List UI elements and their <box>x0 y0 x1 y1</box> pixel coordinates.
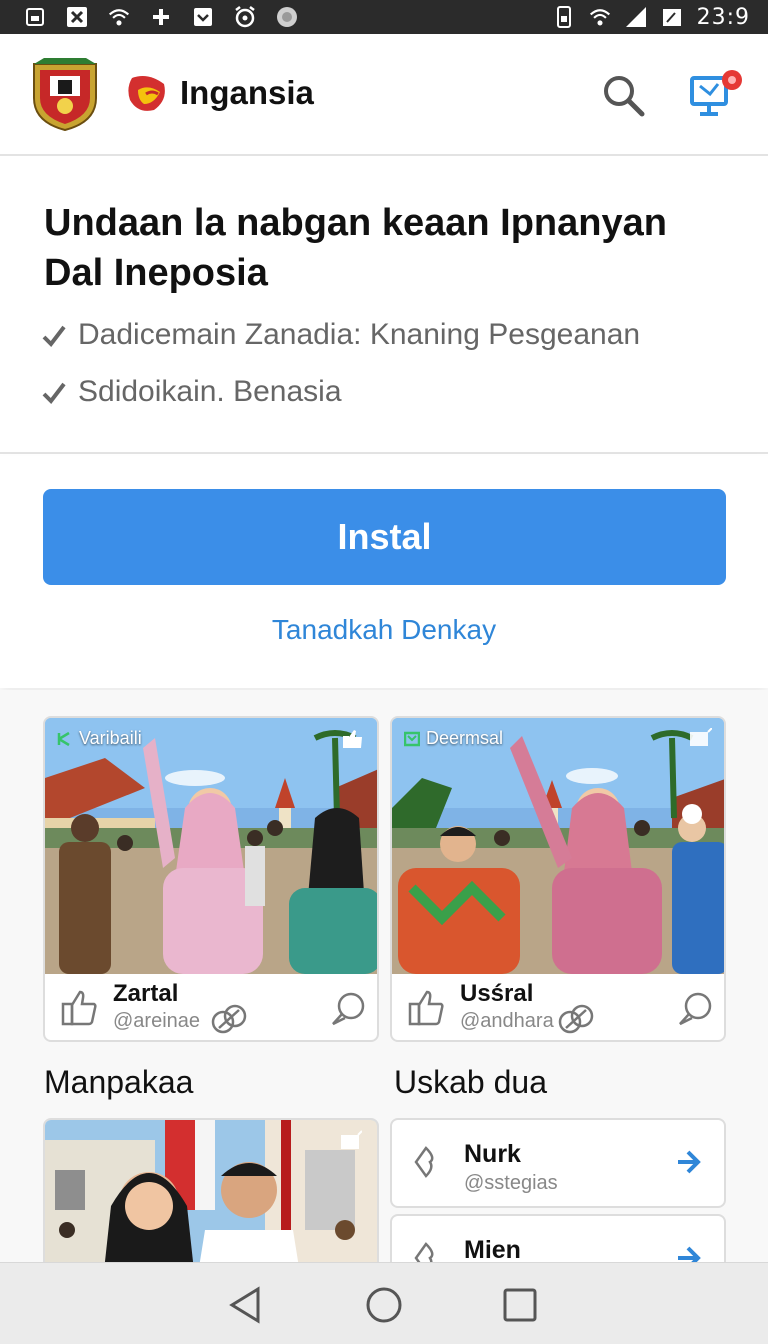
list-item-name: Nurk <box>464 1140 521 1168</box>
link-icon[interactable] <box>556 1002 596 1036</box>
close-box-icon <box>66 6 88 28</box>
check-item-label: Dadicemain Zanadia: Knaning Pesgeanan <box>78 318 641 351</box>
tag-icon <box>57 731 70 746</box>
system-navigation-bar <box>0 1262 768 1344</box>
comment-icon[interactable] <box>329 990 367 1028</box>
flag-badge-icon <box>690 728 712 746</box>
clock: 23:9 <box>696 4 750 30</box>
brand-name: Ingansia <box>180 74 314 111</box>
flag-badge-icon <box>341 1130 362 1149</box>
list-item[interactable]: Nurk @sstegias <box>390 1118 726 1208</box>
post-handle: @andhara <box>460 1010 554 1032</box>
post-meta: Usśral @andhara <box>392 974 724 1040</box>
intro-section: Undaan la nabgan keaan Ipnanyan Dal Inep… <box>0 158 768 454</box>
comment-icon[interactable] <box>676 990 714 1028</box>
plus-icon <box>150 6 172 28</box>
post-card[interactable] <box>43 1118 379 1262</box>
recents-icon[interactable] <box>498 1283 542 1327</box>
alarm-icon <box>234 6 256 28</box>
post-photo[interactable] <box>45 1120 379 1262</box>
post-tag-label: Deermsal <box>426 728 504 748</box>
status-icons-left <box>24 0 298 34</box>
post-handle: @areinae <box>113 1010 201 1032</box>
list-item-handle: @sstegias <box>464 1172 558 1194</box>
thumbs-up-badge-icon <box>343 730 362 748</box>
tag-icon <box>404 731 420 746</box>
like-icon[interactable] <box>406 988 446 1028</box>
check-item: Sdidoikain. Benasia <box>40 375 342 409</box>
arrow-right-icon[interactable] <box>676 1148 702 1176</box>
status-bar: 23:9 <box>0 0 768 34</box>
post-meta: Zartal @areinae <box>45 974 377 1040</box>
search-icon[interactable] <box>600 72 646 118</box>
install-section: Instal Tanadkah Denkay <box>0 456 768 688</box>
like-icon[interactable] <box>59 988 99 1028</box>
app-header: Ingansia <box>0 34 768 156</box>
battery-icon <box>661 6 683 28</box>
install-button[interactable]: Instal <box>43 489 726 585</box>
section-title: Manpakaa <box>44 1064 194 1100</box>
post-tag: Deermsal <box>404 728 503 749</box>
wifi-icon <box>589 6 611 28</box>
signal-icon <box>625 6 647 28</box>
check-icon <box>42 325 66 348</box>
screenshot-icon <box>24 6 46 28</box>
list-item-name: Mien <box>464 1236 521 1262</box>
tag-outline-icon <box>414 1242 434 1262</box>
post-username[interactable]: Zartal <box>113 980 178 1008</box>
brand-logo-icon <box>124 70 170 116</box>
home-icon[interactable] <box>362 1283 406 1327</box>
post-tag-label: Varibaili <box>79 728 142 748</box>
back-icon[interactable] <box>224 1283 268 1327</box>
post-card[interactable]: Varibaili Zartal @areinae <box>43 716 379 1042</box>
arrow-right-icon[interactable] <box>676 1244 702 1262</box>
crest-logo-icon[interactable] <box>30 58 100 132</box>
list-item[interactable]: Mien <box>390 1214 726 1262</box>
post-photo[interactable] <box>392 718 724 974</box>
post-tag: Varibaili <box>57 728 142 749</box>
section-title: Uskab dua <box>394 1064 547 1100</box>
post-photo[interactable] <box>45 718 377 974</box>
feed: Varibaili Zartal @areinae Deermsal Usśra… <box>0 690 768 1262</box>
spinner-icon <box>276 6 298 28</box>
link-icon[interactable] <box>209 1002 249 1036</box>
notification-monitor-icon[interactable] <box>688 68 744 120</box>
check-item: Dadicemain Zanadia: Knaning Pesgeanan <box>40 318 640 352</box>
check-item-label: Sdidoikain. Benasia <box>78 375 342 408</box>
post-card[interactable]: Deermsal Usśral @andhara <box>390 716 726 1042</box>
download-icon <box>192 6 214 28</box>
tag-outline-icon <box>414 1146 434 1178</box>
wifi-icon <box>108 6 130 28</box>
status-icons-right: 23:9 <box>553 0 750 34</box>
sim-icon <box>553 6 575 28</box>
check-icon <box>42 382 66 405</box>
secondary-link[interactable]: Tanadkah Denkay <box>0 614 768 646</box>
page-title: Undaan la nabgan keaan Ipnanyan Dal Inep… <box>44 202 667 294</box>
post-username[interactable]: Usśral <box>460 980 533 1008</box>
